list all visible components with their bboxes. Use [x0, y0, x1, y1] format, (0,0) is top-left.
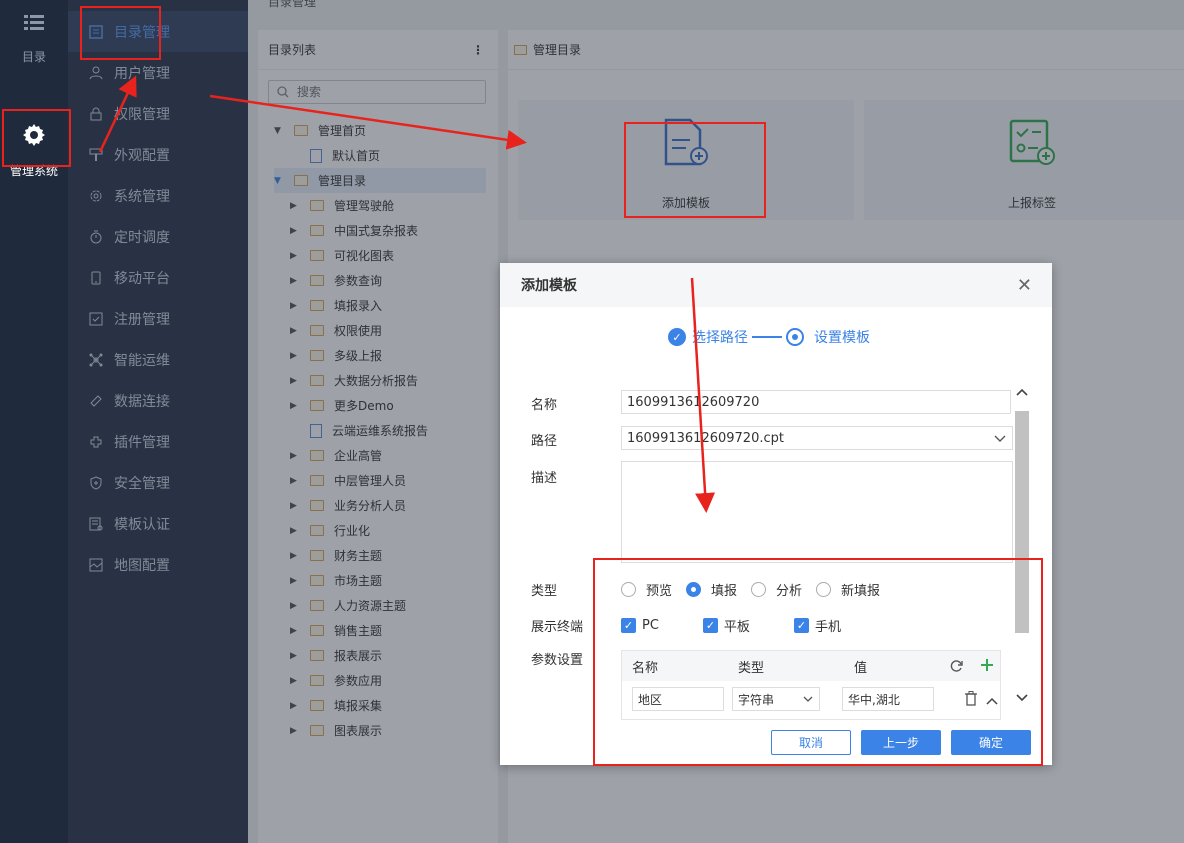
name-field[interactable]: 1609913612609720 — [621, 390, 1011, 414]
name-value: 1609913612609720 — [627, 394, 760, 410]
path-value: 1609913612609720.cpt — [627, 430, 784, 446]
check-icon: ✓ — [668, 328, 686, 346]
annotation-box-catalog — [80, 6, 161, 60]
close-icon[interactable]: ✕ — [1017, 275, 1032, 296]
terminal-label: 展示终端 — [531, 620, 584, 635]
step-1-label: 选择路径 — [692, 330, 748, 346]
list-icon — [24, 15, 44, 30]
annotation-box-add-template — [624, 122, 766, 218]
step-indicator: ✓ 选择路径 设置模板 — [668, 327, 870, 347]
step-connector — [752, 336, 782, 338]
param-label: 参数设置 — [531, 653, 584, 668]
annotation-box-settings — [593, 558, 1043, 766]
name-label: 名称 — [531, 398, 558, 413]
desc-label: 描述 — [531, 471, 558, 486]
type-label: 类型 — [531, 584, 558, 599]
rail-label-catalog: 目录 — [21, 50, 46, 64]
desc-textarea[interactable] — [621, 461, 1013, 563]
rail-item-catalog[interactable]: 目录 — [0, 14, 68, 64]
current-step-icon — [786, 328, 804, 346]
path-select[interactable]: 1609913612609720.cpt — [621, 426, 1013, 450]
scroll-up-icon[interactable] — [1015, 387, 1029, 397]
annotation-box-admin — [2, 109, 71, 167]
path-label: 路径 — [531, 434, 558, 449]
dialog-header: 添加模板 — [500, 263, 1052, 307]
step-2-label: 设置模板 — [814, 330, 870, 346]
dialog-title: 添加模板 — [521, 278, 577, 294]
chevron-down-icon — [994, 435, 1006, 442]
